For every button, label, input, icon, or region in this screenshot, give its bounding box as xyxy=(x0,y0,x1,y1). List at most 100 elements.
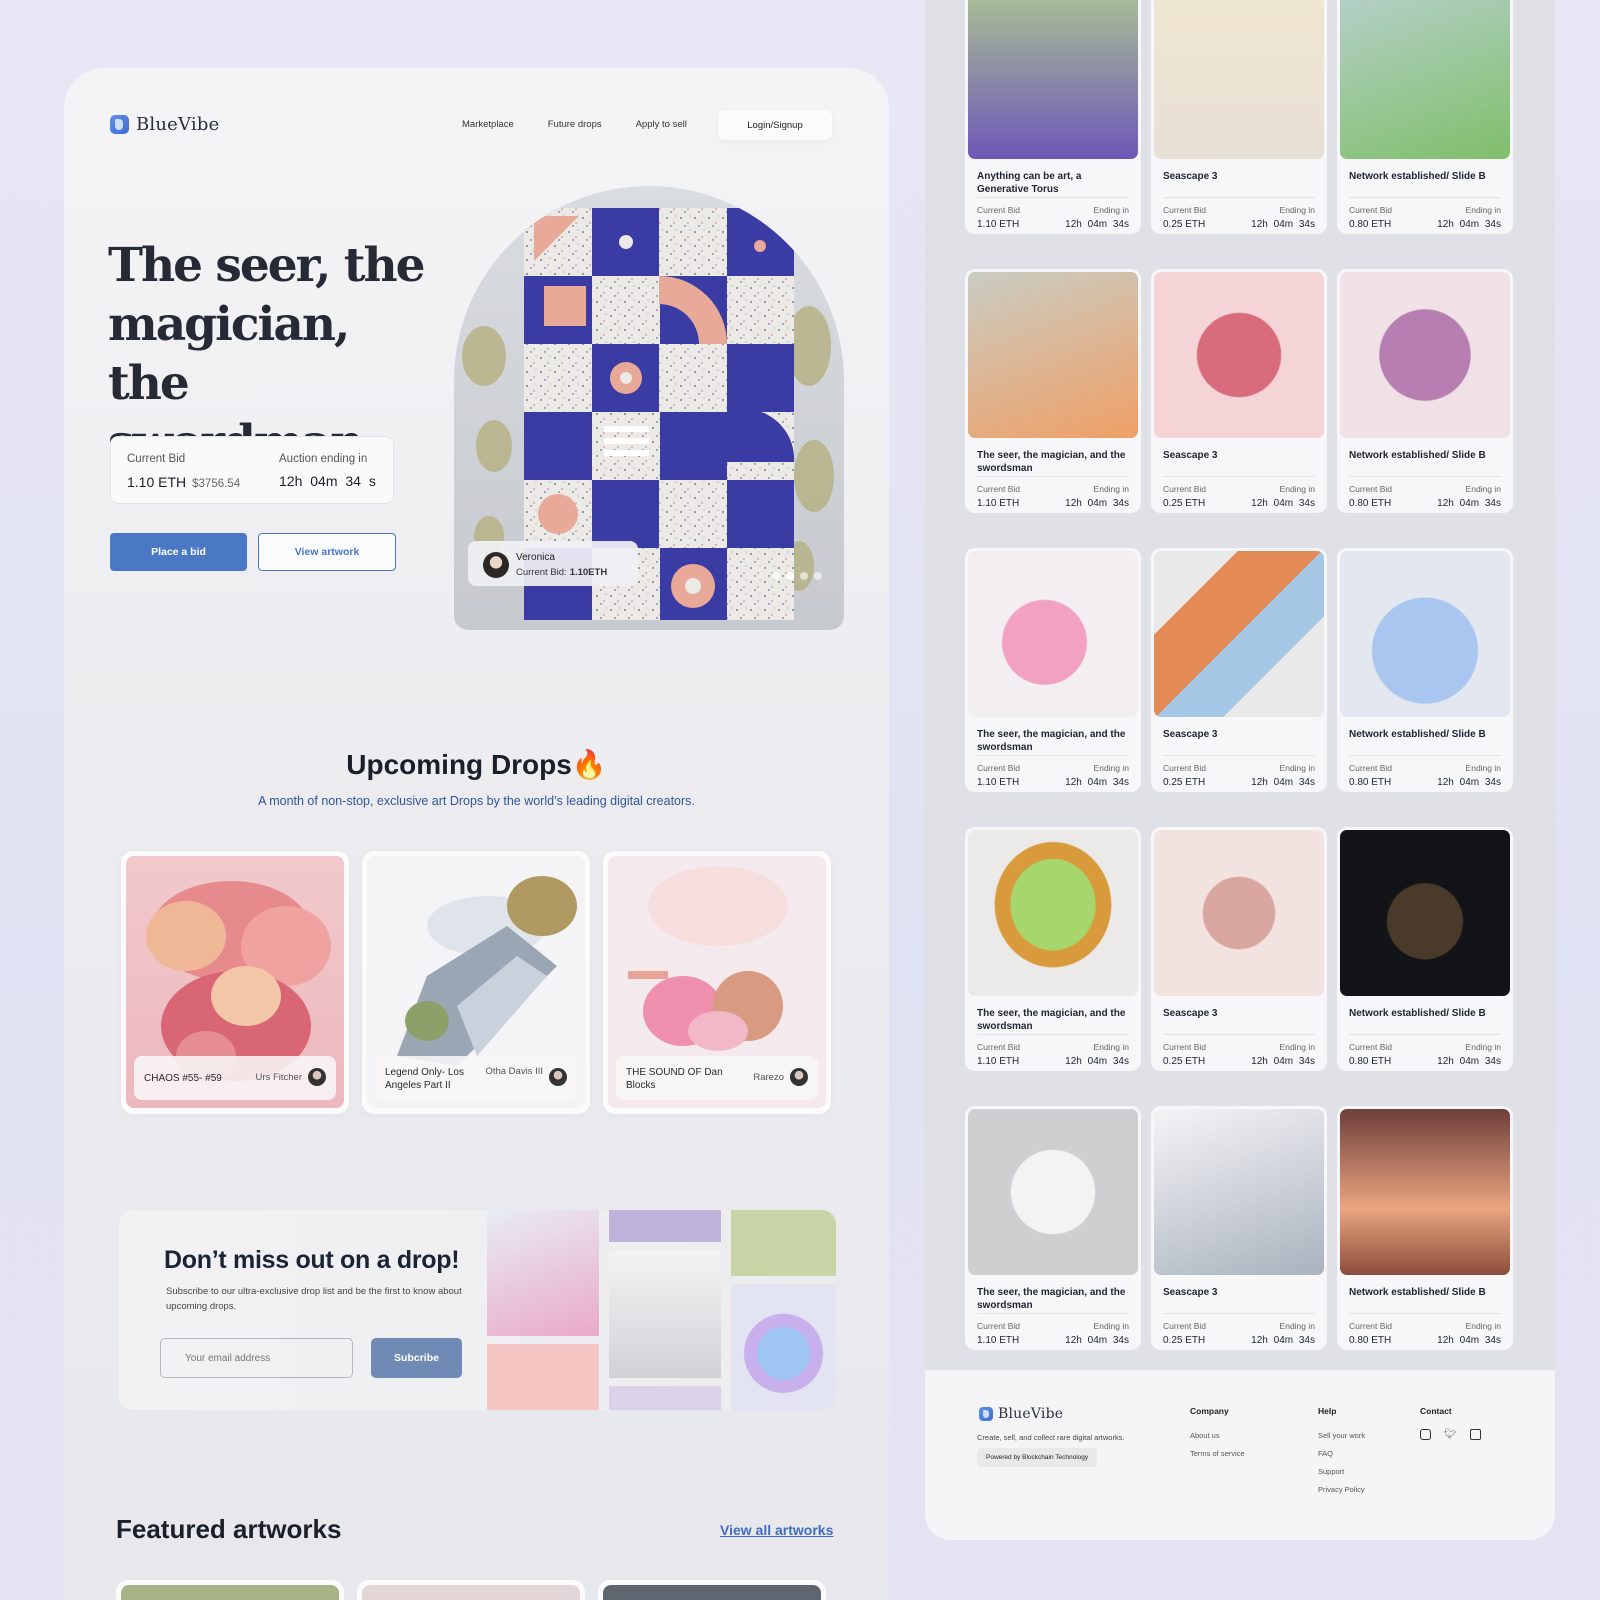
drop-image: THE SOUND OF Dan Blocks Rarezo xyxy=(608,856,826,1108)
artwork-timer: 12h 04m 34s xyxy=(1251,219,1315,230)
artwork-image xyxy=(968,272,1138,438)
twitter-icon[interactable]: 🐦︎ xyxy=(1444,1429,1457,1440)
artwork-image xyxy=(968,551,1138,717)
artwork-card[interactable]: Seascape 3 Current Bid Ending in 0.25 ETH 12… xyxy=(1151,1106,1327,1350)
artwork-card[interactable]: Network established/ Slide B Current Bid E… xyxy=(1337,269,1513,513)
artist-avatar xyxy=(790,1068,808,1086)
artwork-card[interactable]: The seer, the magician, and the swordsma… xyxy=(965,269,1141,513)
artwork-card[interactable]: Network established/ Slide B Current Bid E… xyxy=(1337,0,1513,234)
footer-link-faq[interactable]: FAQ xyxy=(1318,1449,1365,1458)
artwork-image xyxy=(968,1109,1138,1275)
artwork-card[interactable]: Seascape 3 Current Bid Ending in 0.25 ETH 12… xyxy=(1151,0,1327,234)
featured-image xyxy=(121,1585,339,1600)
chat-icon[interactable] xyxy=(1469,1429,1481,1440)
ending-in-label: Ending in xyxy=(1279,1042,1315,1052)
current-bid-label: Current Bid xyxy=(1349,205,1392,215)
artwork-timer: 12h 04m 34s xyxy=(1437,1335,1501,1346)
login-signup-button[interactable]: Login/Signup xyxy=(718,110,832,140)
drop-card[interactable]: THE SOUND OF Dan Blocks Rarezo xyxy=(603,851,831,1114)
ending-in-label: Ending in xyxy=(1465,205,1501,215)
logo[interactable]: BlueVibe xyxy=(110,114,219,135)
artwork-card[interactable]: Network established/ Slide B Current Bid E… xyxy=(1337,1106,1513,1350)
divider xyxy=(977,476,1129,477)
artwork-card[interactable]: Seascape 3 Current Bid Ending in 0.25 ETH 12… xyxy=(1151,269,1327,513)
artwork-timer: 12h 04m 34s xyxy=(1065,777,1129,788)
artwork-bid: 0.25 ETH xyxy=(1163,219,1206,230)
artwork-title: Seascape 3 xyxy=(1163,729,1218,740)
drop-artist: Otha Davis III xyxy=(485,1066,543,1077)
featured-card[interactable] xyxy=(357,1580,585,1600)
featured-card[interactable] xyxy=(116,1580,344,1600)
artwork-card[interactable]: The seer, the magician, and the swordsma… xyxy=(965,1106,1141,1350)
hero-bid-box: Current Bid 1.10 ETH $3756.54 Auction end… xyxy=(110,436,394,504)
artwork-image xyxy=(1154,830,1324,996)
nav-link-marketplace[interactable]: Marketplace xyxy=(462,119,514,130)
hero-artwork[interactable]: Veronica Current Bid: 1.10ETH xyxy=(454,186,844,630)
featured-image xyxy=(603,1585,821,1600)
nav-link-apply-to-sell[interactable]: Apply to sell xyxy=(636,119,687,130)
slider-dot[interactable] xyxy=(800,572,808,580)
current-bid-usd: $3756.54 xyxy=(192,478,241,490)
current-bid-label: Current Bid xyxy=(977,205,1020,215)
footer-link-terms[interactable]: Terms of service xyxy=(1190,1449,1245,1458)
current-bid-label: Current Bid xyxy=(1163,205,1206,215)
artwork-timer: 12h 04m 34s xyxy=(1251,498,1315,509)
artwork-card[interactable]: Anything can be art, a Generative Torus C… xyxy=(965,0,1141,234)
drop-artist: Urs Fitcher xyxy=(255,1072,302,1083)
artwork-card[interactable]: The seer, the magician, and the swordsma… xyxy=(965,827,1141,1071)
artwork-image xyxy=(1154,272,1324,438)
artwork-card[interactable]: Seascape 3 Current Bid Ending in 0.25 ETH 12… xyxy=(1151,827,1327,1071)
divider xyxy=(977,755,1129,756)
instagram-icon[interactable] xyxy=(1420,1429,1431,1440)
divider xyxy=(1349,197,1501,198)
slider-dot[interactable] xyxy=(814,572,822,580)
social-icons: 🐦︎ xyxy=(1420,1429,1481,1440)
view-artwork-button[interactable]: View artwork xyxy=(258,533,396,571)
artwork-bid: 0.25 ETH xyxy=(1163,777,1206,788)
ending-in-label: Ending in xyxy=(1465,1321,1501,1331)
footer-link-about[interactable]: About us xyxy=(1190,1431,1245,1440)
place-bid-button[interactable]: Place a bid xyxy=(110,533,247,571)
view-all-artworks-link[interactable]: View all artworks xyxy=(720,1522,833,1538)
artist-avatar xyxy=(549,1068,567,1086)
divider xyxy=(1163,1313,1315,1314)
current-bid-label: Current Bid xyxy=(1163,1321,1206,1331)
divider xyxy=(1349,476,1501,477)
fire-icon: 🔥 xyxy=(571,748,607,781)
artwork-timer: 12h 04m 34s xyxy=(1251,777,1315,788)
featured-card[interactable] xyxy=(598,1580,826,1600)
footer-link-sell[interactable]: Sell your work xyxy=(1318,1431,1365,1440)
artwork-image xyxy=(1340,272,1510,438)
current-bid-label: Current Bid xyxy=(1349,763,1392,773)
artwork-title: Seascape 3 xyxy=(1163,450,1218,461)
drop-card[interactable]: CHAOS #55- #59 Urs Fitcher xyxy=(121,851,349,1114)
slider-dot[interactable] xyxy=(772,572,780,580)
footer-tagline: Create, sell, and collect rare digital a… xyxy=(977,1433,1125,1442)
artwork-card[interactable]: The seer, the magician, and the swordsma… xyxy=(965,548,1141,792)
nav-link-future-drops[interactable]: Future drops xyxy=(548,119,602,130)
divider xyxy=(1349,755,1501,756)
hero-bid-card[interactable]: Veronica Current Bid: 1.10ETH xyxy=(468,541,638,586)
email-field[interactable] xyxy=(160,1338,353,1378)
artwork-card[interactable]: Network established/ Slide B Current Bid E… xyxy=(1337,827,1513,1071)
veronica-avatar xyxy=(483,552,509,578)
artwork-timer: 12h 04m 34s xyxy=(1065,219,1129,230)
ending-in-label: Ending in xyxy=(1279,1321,1315,1331)
drop-title: THE SOUND OF Dan Blocks xyxy=(626,1067,723,1091)
current-bid-label: Current Bid xyxy=(977,1321,1020,1331)
current-bid-label: Current Bid xyxy=(127,453,186,465)
footer-link-support[interactable]: Support xyxy=(1318,1467,1365,1476)
slider-dot-active[interactable] xyxy=(786,572,794,580)
subscribe-button[interactable]: Subcribe xyxy=(371,1338,462,1378)
artwork-image xyxy=(1154,1109,1324,1275)
artwork-image xyxy=(1154,551,1324,717)
footer-link-privacy[interactable]: Privacy Policy xyxy=(1318,1485,1365,1494)
artwork-image xyxy=(968,830,1138,996)
footer-logo[interactable]: BlueVibe xyxy=(979,1406,1063,1422)
artwork-card[interactable]: Seascape 3 Current Bid Ending in 0.25 ETH 12… xyxy=(1151,548,1327,792)
artwork-card[interactable]: Network established/ Slide B Current Bid E… xyxy=(1337,548,1513,792)
drop-title: CHAOS #55- #59 xyxy=(144,1073,222,1084)
footer-help: Help Sell your work FAQ Support Privacy … xyxy=(1318,1406,1365,1503)
current-bid-label: Current Bid xyxy=(1349,1321,1392,1331)
drop-card[interactable]: Legend Only- Los Angeles Part II Otha Da… xyxy=(362,851,590,1114)
